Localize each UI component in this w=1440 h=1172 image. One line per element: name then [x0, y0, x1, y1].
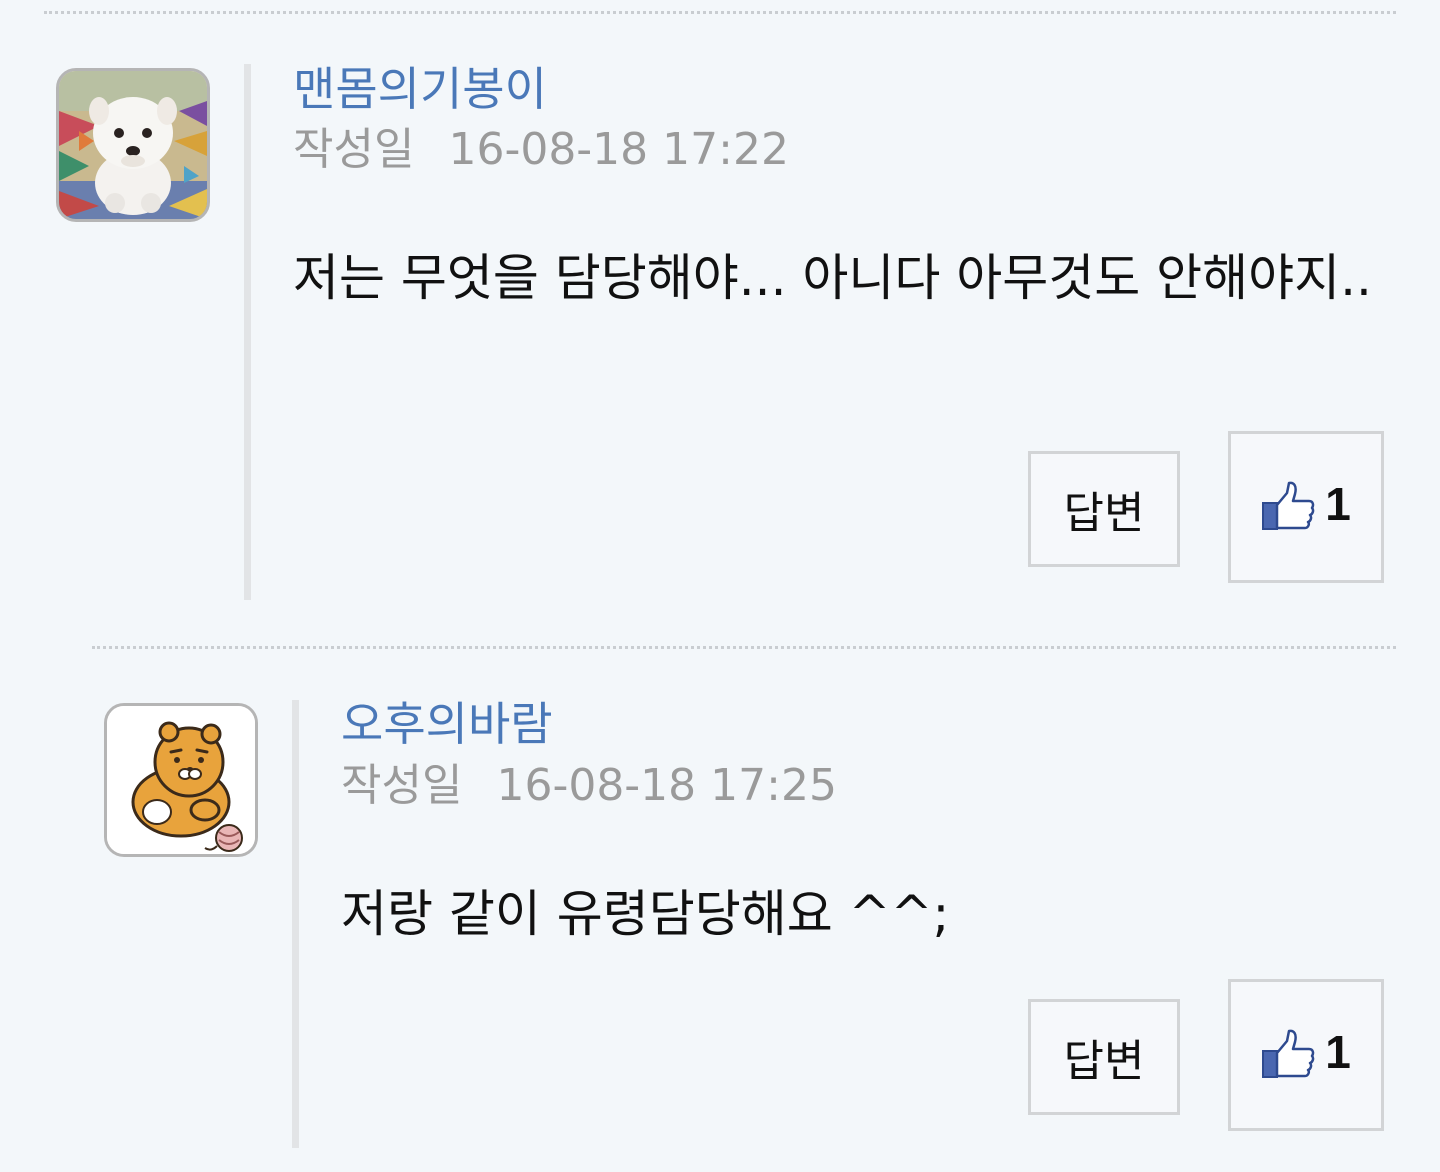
comment-meta: 작성일 16-08-18 17:25 [341, 764, 837, 808]
thread-line [292, 700, 299, 1148]
comment-body: 저랑 같이 유령담당해요 ^^; [341, 885, 950, 943]
lion-character-avatar-icon [107, 706, 255, 854]
author-avatar[interactable] [104, 703, 258, 857]
comment-date: 16-08-18 17:25 [496, 760, 837, 811]
thumbs-up-icon [1262, 1029, 1315, 1078]
reply-button[interactable]: 답변 [1028, 999, 1180, 1115]
reply-button-label: 답변 [1063, 1036, 1145, 1087]
date-label: 작성일 [341, 760, 463, 811]
comment-item: 오후의바람 작성일 16-08-18 17:25 저랑 같이 유령담당해요 ^^;… [0, 0, 1440, 1172]
like-count: 1 [1325, 1026, 1351, 1078]
like-button[interactable]: 1 [1228, 979, 1384, 1131]
comment-author[interactable]: 오후의바람 [341, 701, 553, 747]
